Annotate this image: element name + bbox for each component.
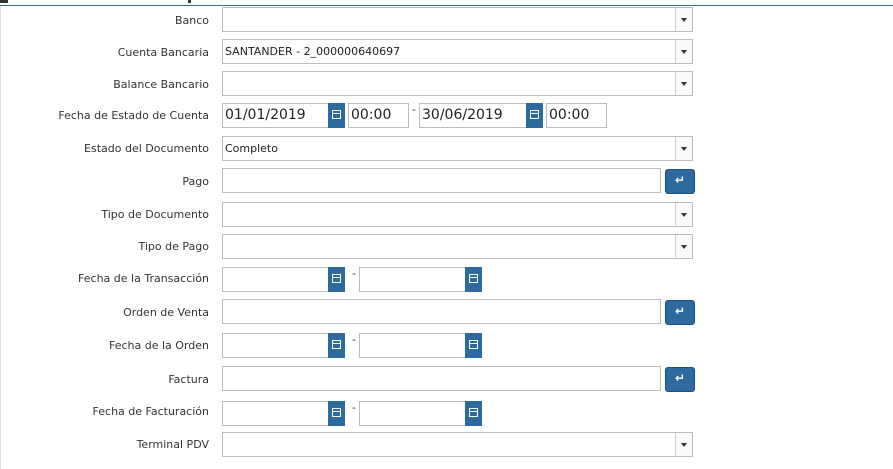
hora-estado-hasta-input[interactable]: 00:00 — [546, 103, 607, 128]
calendar-icon — [469, 274, 478, 283]
fecha-estado-hasta-calendar-button[interactable] — [526, 103, 543, 128]
fecha-estado-hasta-value: 30/06/2019 — [422, 107, 503, 123]
chevron-down-icon — [681, 213, 687, 217]
cuenta-bancaria-select[interactable]: SANTANDER - 2_000000640697 — [222, 39, 693, 64]
cuenta-bancaria-value: SANTANDER - 2_000000640697 — [225, 45, 401, 58]
fecha-orden-desde-input[interactable] — [222, 333, 345, 358]
label-fecha-facturacion: Fecha de Facturación — [92, 405, 209, 418]
fecha-orden-desde-calendar-button[interactable] — [328, 333, 345, 358]
label-fecha-estado-cuenta: Fecha de Estado de Cuenta — [58, 109, 209, 122]
calendar-icon — [332, 408, 341, 417]
fecha-transaccion-hasta-input[interactable] — [359, 267, 482, 292]
label-terminal-pdv: Terminal PDV — [136, 438, 209, 451]
pago-input[interactable] — [222, 168, 661, 193]
range-separator: - — [352, 401, 356, 414]
label-balance-bancario: Balance Bancario — [113, 78, 209, 91]
label-estado-documento: Estado del Documento — [84, 142, 209, 155]
banco-dropdown-button[interactable] — [675, 8, 692, 31]
top-clipped-text-2 — [188, 0, 191, 3]
label-cuenta-bancaria: Cuenta Bancaria — [117, 46, 209, 59]
chevron-down-icon — [681, 82, 687, 86]
fecha-facturacion-desde-input[interactable] — [222, 401, 345, 426]
label-tipo-documento: Tipo de Documento — [101, 208, 209, 221]
fecha-facturacion-hasta-input[interactable] — [359, 401, 482, 426]
search-icon: ↵ — [675, 371, 686, 385]
estado-documento-dropdown-button[interactable] — [675, 137, 692, 160]
label-orden-venta: Orden de Venta — [123, 306, 209, 319]
calendar-icon — [530, 110, 539, 119]
calendar-icon — [332, 274, 341, 283]
cuenta-bancaria-dropdown-button[interactable] — [675, 40, 692, 63]
terminal-pdv-dropdown-button[interactable] — [675, 433, 692, 456]
balance-bancario-select[interactable] — [222, 71, 693, 96]
fecha-transaccion-hasta-calendar-button[interactable] — [465, 267, 482, 292]
top-clipped-text — [0, 0, 8, 3]
hora-estado-desde-value: 00:00 — [351, 107, 392, 123]
chevron-down-icon — [681, 18, 687, 22]
hora-estado-desde-input[interactable]: 00:00 — [348, 103, 409, 128]
fecha-facturacion-desde-calendar-button[interactable] — [328, 401, 345, 426]
range-separator: - — [352, 267, 356, 280]
factura-input[interactable] — [222, 366, 661, 391]
estado-documento-value: Completo — [225, 142, 278, 155]
label-banco: Banco — [174, 14, 209, 27]
chevron-down-icon — [681, 147, 687, 151]
hora-estado-hasta-value: 00:00 — [549, 107, 590, 123]
fecha-estado-desde-value: 01/01/2019 — [225, 107, 306, 123]
tipo-pago-dropdown-button[interactable] — [675, 235, 692, 258]
orden-venta-search-button[interactable]: ↵ — [665, 300, 695, 325]
fecha-transaccion-desde-calendar-button[interactable] — [328, 267, 345, 292]
left-border — [0, 6, 1, 469]
tipo-documento-select[interactable] — [222, 202, 693, 227]
fecha-estado-hasta-input[interactable]: 30/06/2019 — [419, 103, 543, 128]
label-factura: Factura — [168, 373, 209, 386]
label-tipo-pago: Tipo de Pago — [138, 240, 210, 253]
fecha-orden-hasta-input[interactable] — [359, 333, 482, 358]
chevron-down-icon — [681, 245, 687, 249]
calendar-icon — [332, 110, 341, 119]
calendar-icon — [469, 408, 478, 417]
chevron-down-icon — [681, 443, 687, 447]
label-fecha-orden: Fecha de la Orden — [109, 339, 209, 352]
search-icon: ↵ — [675, 304, 686, 318]
fecha-estado-desde-calendar-button[interactable] — [328, 103, 345, 128]
calendar-icon — [469, 340, 478, 349]
fecha-transaccion-desde-input[interactable] — [222, 267, 345, 292]
search-icon: ↵ — [675, 173, 686, 187]
fecha-estado-desde-input[interactable]: 01/01/2019 — [222, 103, 345, 128]
pago-search-button[interactable]: ↵ — [665, 169, 695, 194]
chevron-down-icon — [681, 50, 687, 54]
factura-search-button[interactable]: ↵ — [665, 367, 695, 392]
fecha-orden-hasta-calendar-button[interactable] — [465, 333, 482, 358]
calendar-icon — [332, 340, 341, 349]
label-fecha-transaccion: Fecha de la Transacción — [78, 272, 209, 285]
banco-select[interactable] — [222, 7, 693, 32]
range-separator: - — [352, 333, 356, 346]
label-pago: Pago — [182, 175, 209, 188]
balance-bancario-dropdown-button[interactable] — [675, 72, 692, 95]
range-separator: - — [412, 103, 416, 116]
estado-documento-select[interactable]: Completo — [222, 136, 693, 161]
terminal-pdv-select[interactable] — [222, 432, 693, 457]
tipo-pago-select[interactable] — [222, 234, 693, 259]
tipo-documento-dropdown-button[interactable] — [675, 203, 692, 226]
orden-venta-input[interactable] — [222, 299, 661, 324]
window-top-border — [0, 0, 893, 6]
fecha-facturacion-hasta-calendar-button[interactable] — [465, 401, 482, 426]
